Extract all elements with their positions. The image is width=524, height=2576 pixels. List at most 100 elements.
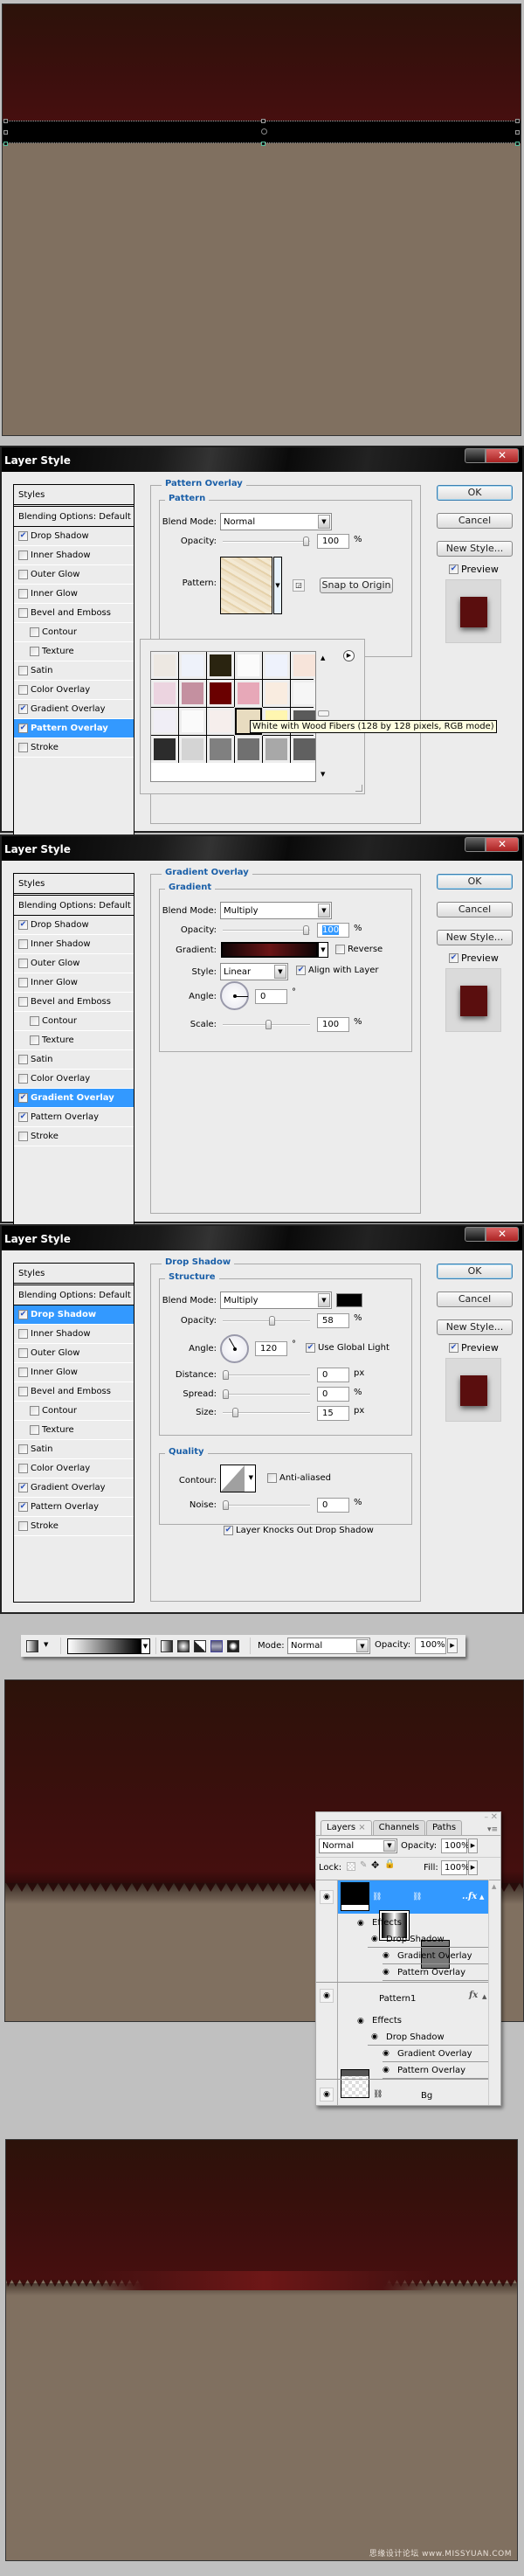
checkbox-icon[interactable]: [18, 570, 28, 579]
slider-thumb[interactable]: [265, 1020, 272, 1029]
pattern-swatch[interactable]: [263, 652, 290, 679]
panel-menu-icon[interactable]: ▾≡: [487, 1825, 498, 1834]
visibility-eye-icon[interactable]: ◉: [383, 1951, 393, 1960]
blend-mode-select[interactable]: Normal ▼: [220, 513, 332, 530]
checkbox-icon[interactable]: [18, 1112, 28, 1122]
size-slider[interactable]: [223, 1408, 310, 1417]
angle-input[interactable]: 0: [255, 989, 287, 1004]
ok-button[interactable]: OK: [437, 485, 513, 501]
style-item-contour[interactable]: Contour: [14, 1402, 134, 1421]
pattern-swatch[interactable]: [151, 680, 178, 707]
visibility-eye-icon[interactable]: ◉: [320, 2088, 334, 2102]
style-item-outer-glow[interactable]: Outer Glow: [14, 1344, 134, 1363]
pattern-swatch[interactable]: [235, 652, 262, 679]
layer-opacity-input[interactable]: 100%: [441, 1839, 470, 1853]
visibility-eye-icon[interactable]: ◉: [357, 1919, 368, 1928]
styles-header[interactable]: Styles: [14, 874, 134, 896]
style-item-texture[interactable]: Texture: [14, 1031, 134, 1050]
layers-scrollbar[interactable]: ▲: [488, 1880, 500, 2105]
link-icon[interactable]: ⛓: [412, 1893, 422, 1901]
minimize-button[interactable]: [465, 448, 486, 463]
layer-blend-mode-select[interactable]: Normal ▼: [319, 1839, 397, 1853]
opacity-input[interactable]: 58: [317, 1313, 349, 1328]
style-item-outer-glow[interactable]: Outer Glow: [14, 565, 134, 585]
style-item-stroke[interactable]: Stroke: [14, 738, 134, 758]
layer-name[interactable]: Pattern1: [379, 1994, 416, 2004]
checkbox-icon[interactable]: [18, 1483, 28, 1492]
style-item-inner-glow[interactable]: Inner Glow: [14, 1363, 134, 1382]
effect-item[interactable]: ◉ Drop Shadow: [368, 1931, 488, 1948]
style-item-bevel-and-emboss[interactable]: Bevel and Emboss: [14, 993, 134, 1012]
minimize-button[interactable]: [465, 1227, 486, 1242]
scroll-thumb[interactable]: [318, 710, 329, 717]
gradient-preview[interactable]: [221, 942, 318, 958]
opacity-slider[interactable]: [223, 537, 310, 546]
style-item-satin[interactable]: Satin: [14, 661, 134, 681]
resize-grip-icon[interactable]: [355, 785, 362, 792]
preview-checkbox[interactable]: Preview: [449, 1342, 499, 1354]
pattern-swatch[interactable]: [151, 708, 178, 735]
canvas-final-result[interactable]: 思缘设计论坛 www.MISSYUAN.COM: [5, 2139, 518, 2561]
reflected-gradient-icon[interactable]: [210, 1640, 223, 1652]
minimize-button[interactable]: [465, 837, 486, 852]
size-input[interactable]: 15: [317, 1406, 349, 1421]
anti-aliased-checkbox[interactable]: Anti-aliased: [267, 1473, 331, 1483]
style-item-gradient-overlay[interactable]: Gradient Overlay: [14, 1478, 134, 1498]
checkbox-icon[interactable]: [18, 1521, 28, 1531]
visibility-eye-icon[interactable]: ◉: [357, 2017, 368, 2025]
link-icon[interactable]: ⛓: [373, 2090, 383, 2099]
pattern-swatch[interactable]: [207, 736, 234, 763]
checkbox-icon[interactable]: [18, 1387, 28, 1396]
picker-menu-button[interactable]: ▶: [343, 650, 355, 661]
gradient-picker[interactable]: [67, 1638, 141, 1654]
style-item-outer-glow[interactable]: Outer Glow: [14, 954, 134, 973]
checkbox-icon[interactable]: [18, 1502, 28, 1512]
style-item-satin[interactable]: Satin: [14, 1440, 134, 1459]
pattern-swatch[interactable]: [235, 736, 262, 763]
new-style-button[interactable]: New Style...: [437, 930, 513, 945]
tool-preset-icon[interactable]: [26, 1640, 38, 1652]
angle-dial[interactable]: [220, 1334, 249, 1363]
visibility-eye-icon[interactable]: ◉: [383, 1968, 393, 1977]
blending-options-item[interactable]: Blending Options: Default: [14, 896, 134, 916]
style-item-pattern-overlay[interactable]: Pattern Overlay: [14, 1498, 134, 1517]
lock-all-icon[interactable]: 🔒: [384, 1859, 395, 1869]
opacity-input[interactable]: 100: [317, 534, 349, 549]
checkbox-icon[interactable]: [30, 1406, 39, 1416]
style-item-inner-shadow[interactable]: Inner Shadow: [14, 1325, 134, 1344]
checkbox-icon[interactable]: [30, 1425, 39, 1435]
linear-gradient-icon[interactable]: [161, 1640, 173, 1652]
layer-mask-thumbnail[interactable]: [341, 1882, 369, 1911]
style-item-inner-shadow[interactable]: Inner Shadow: [14, 546, 134, 565]
scroll-up-icon[interactable]: ▲: [492, 1883, 496, 1890]
effects-header[interactable]: ◉ Effects: [357, 2012, 488, 2029]
checkbox-icon[interactable]: [18, 1074, 28, 1084]
fx-icon[interactable]: fx: [469, 1991, 478, 2000]
pattern-swatch[interactable]: [263, 680, 290, 707]
checkbox-icon[interactable]: [18, 666, 28, 675]
ok-button[interactable]: OK: [437, 1264, 513, 1279]
slider-thumb[interactable]: [303, 537, 309, 546]
checkbox-icon[interactable]: [18, 1348, 28, 1358]
scale-input[interactable]: 100: [317, 1017, 349, 1032]
checkbox-icon[interactable]: [18, 1310, 28, 1319]
visibility-eye-icon[interactable]: ◉: [320, 1890, 334, 1904]
transform-handle[interactable]: [261, 119, 265, 123]
style-item-texture[interactable]: Texture: [14, 642, 134, 661]
mode-select[interactable]: Normal ▼: [287, 1638, 370, 1654]
reverse-checkbox[interactable]: Reverse: [335, 945, 383, 954]
blending-options-item[interactable]: Blending Options: Default: [14, 1285, 134, 1305]
canvas-preview-selection[interactable]: [2, 3, 521, 436]
checkbox-icon[interactable]: [18, 743, 28, 752]
align-with-layer-checkbox[interactable]: Align with Layer: [296, 966, 379, 975]
opacity-slider[interactable]: [223, 925, 310, 935]
fx-icon[interactable]: ..fx: [462, 1892, 477, 1901]
checkbox-icon[interactable]: [30, 1016, 39, 1026]
slider-thumb[interactable]: [223, 1370, 229, 1380]
snap-to-origin-button[interactable]: Snap to Origin: [320, 578, 393, 593]
transform-handle[interactable]: [261, 142, 265, 146]
angle-dial[interactable]: [220, 981, 249, 1010]
expand-effects-icon[interactable]: ▲: [482, 1993, 486, 2000]
checkbox-icon[interactable]: [18, 608, 28, 618]
link-icon[interactable]: ⛓: [372, 1893, 382, 1901]
